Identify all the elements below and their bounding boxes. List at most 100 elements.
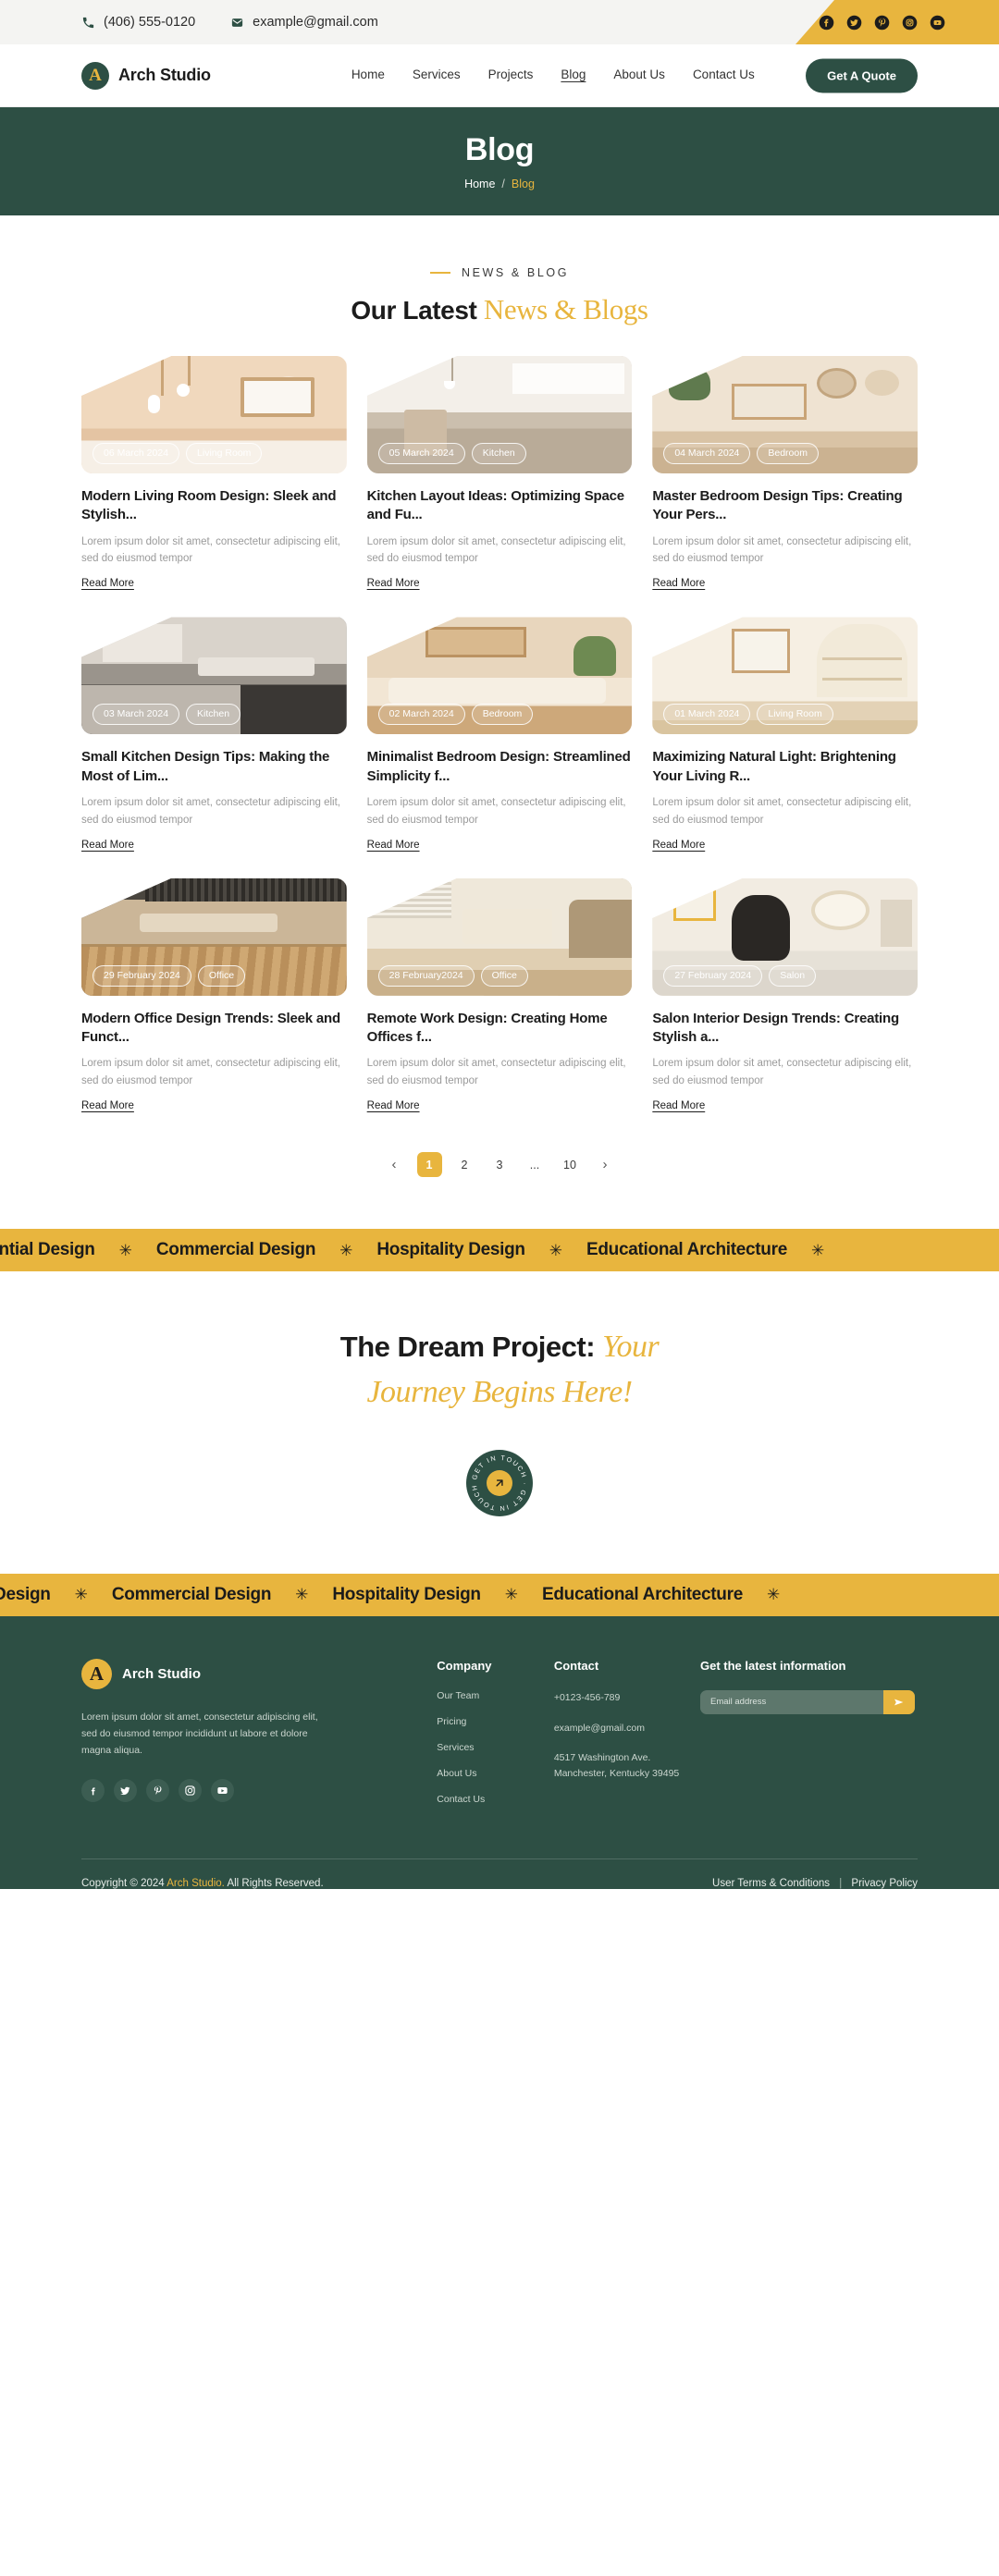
read-more-link[interactable]: Read More — [652, 840, 705, 851]
get-a-quote-button[interactable]: Get A Quote — [806, 58, 918, 92]
read-more-link[interactable]: Read More — [367, 840, 420, 851]
nav-item-about-us[interactable]: About Us — [613, 67, 665, 83]
card-date-badge: 04 March 2024 — [663, 442, 751, 464]
footer-brand-mark-icon: A — [81, 1658, 112, 1689]
card-image[interactable]: 27 February 2024 Salon — [652, 877, 918, 996]
marquee-item: Residential Design — [0, 1240, 95, 1260]
blog-card[interactable]: 28 February2024 Office Remote Work Desig… — [366, 877, 633, 1113]
card-image[interactable]: 04 March 2024 Bedroom — [652, 356, 918, 473]
newsletter-form — [700, 1689, 915, 1714]
top-bar-contacts: (406) 555-0120 example@gmail.com — [0, 15, 378, 30]
blog-card[interactable]: 27 February 2024 Salon Salon Interior De… — [652, 877, 918, 1113]
marquee-banner-bottom: Residential Design ✳ Commercial Design ✳… — [0, 1573, 999, 1616]
card-image[interactable]: 06 March 2024 Living Room — [81, 356, 347, 473]
read-more-link[interactable]: Read More — [81, 840, 134, 851]
card-date-badge: 05 March 2024 — [377, 442, 465, 464]
facebook-icon[interactable] — [81, 1778, 105, 1802]
blog-card[interactable]: 06 March 2024 Living Room Modern Living … — [81, 356, 347, 591]
footer-link-pricing[interactable]: Pricing — [437, 1716, 554, 1727]
card-image[interactable]: 05 March 2024 Kitchen — [366, 356, 633, 473]
blog-card[interactable]: 03 March 2024 Kitchen Small Kitchen Desi… — [81, 617, 347, 852]
footer-contact-phone[interactable]: +0123-456-789 — [554, 1690, 700, 1706]
newsletter-email-input[interactable] — [700, 1689, 883, 1714]
card-date-badge: 29 February 2024 — [92, 964, 191, 987]
blog-card[interactable]: 02 March 2024 Bedroom Minimalist Bedroom… — [366, 617, 633, 852]
read-more-link[interactable]: Read More — [367, 578, 420, 589]
card-image[interactable]: 03 March 2024 Kitchen — [81, 617, 347, 735]
pinterest-icon[interactable] — [146, 1778, 169, 1802]
card-image[interactable]: 29 February 2024 Office — [81, 877, 347, 996]
blog-card[interactable]: 29 February 2024 Office Modern Office De… — [81, 877, 347, 1113]
brand-logo[interactable]: A Arch Studio — [81, 61, 211, 90]
twitter-icon[interactable] — [846, 15, 862, 31]
pagination-page-1[interactable]: 1 — [416, 1152, 442, 1178]
site-footer: A Arch Studio Lorem ipsum dolor sit amet… — [0, 1615, 999, 1889]
footer-company-heading: Company — [437, 1658, 492, 1673]
youtube-icon[interactable] — [930, 15, 945, 31]
breadcrumb-home[interactable]: Home — [464, 178, 495, 190]
blog-card[interactable]: 01 March 2024 Living Room Maximizing Nat… — [652, 617, 918, 852]
footer-columns: A Arch Studio Lorem ipsum dolor sit amet… — [81, 1658, 918, 1820]
nav-item-projects[interactable]: Projects — [488, 67, 534, 83]
main-navbar: A Arch Studio Home Services Projects Blo… — [0, 44, 999, 107]
card-badges: 27 February 2024 Salon — [663, 964, 817, 987]
footer-link-about-us[interactable]: About Us — [437, 1768, 554, 1779]
card-excerpt: Lorem ipsum dolor sit amet, consectetur … — [652, 796, 912, 826]
chevron-right-icon[interactable]: › — [593, 1152, 618, 1177]
card-badges: 03 March 2024 Kitchen — [92, 704, 241, 726]
footer-link-contact-us[interactable]: Contact Us — [437, 1794, 554, 1805]
card-badges: 01 March 2024 Living Room — [663, 704, 833, 726]
nav-item-contact-us[interactable]: Contact Us — [693, 67, 755, 83]
facebook-icon[interactable] — [819, 15, 834, 31]
footer-link-our-team[interactable]: Our Team — [437, 1690, 554, 1701]
card-title: Master Bedroom Design Tips: Creating You… — [652, 488, 903, 523]
topbar-phone[interactable]: (406) 555-0120 — [81, 15, 195, 30]
card-category-badge: Salon — [769, 964, 817, 987]
get-in-touch-badge[interactable]: GET IN TOUCH · GET IN TOUCH · — [466, 1449, 533, 1516]
footer-social-list — [81, 1778, 365, 1802]
blog-card[interactable]: 05 March 2024 Kitchen Kitchen Layout Ide… — [366, 356, 633, 591]
pagination-page-3[interactable]: 3 — [487, 1152, 512, 1177]
nav-item-services[interactable]: Services — [413, 67, 461, 83]
youtube-icon[interactable] — [211, 1778, 234, 1802]
read-more-link[interactable]: Read More — [652, 578, 705, 589]
footer-link-services[interactable]: Services — [437, 1742, 554, 1753]
read-more-link[interactable]: Read More — [367, 1100, 420, 1111]
instagram-icon[interactable] — [902, 15, 918, 31]
read-more-link[interactable]: Read More — [81, 578, 134, 589]
card-excerpt: Lorem ipsum dolor sit amet, consectetur … — [366, 796, 626, 826]
card-image[interactable]: 01 March 2024 Living Room — [652, 617, 918, 735]
footer-link-terms[interactable]: User Terms & Conditions — [712, 1878, 830, 1889]
card-title: Small Kitchen Design Tips: Making the Mo… — [81, 749, 330, 784]
chevron-left-icon[interactable]: ‹ — [382, 1152, 407, 1177]
nav-links: Home Services Projects Blog About Us Con… — [352, 67, 755, 83]
newsletter-submit-button[interactable] — [883, 1689, 915, 1714]
marquee-track: Residential Design ✳ Commercial Design ✳… — [0, 1240, 824, 1260]
card-title: Maximizing Natural Light: Brightening Yo… — [652, 749, 896, 784]
topbar-email[interactable]: example@gmail.com — [230, 15, 378, 30]
pinterest-icon[interactable] — [874, 15, 890, 31]
card-image[interactable]: 28 February2024 Office — [366, 877, 633, 996]
nav-item-blog[interactable]: Blog — [561, 67, 586, 83]
footer-brand[interactable]: A Arch Studio — [81, 1658, 365, 1689]
card-date-badge: 01 March 2024 — [663, 704, 751, 726]
read-more-link[interactable]: Read More — [81, 1100, 134, 1111]
footer-contact-email[interactable]: example@gmail.com — [554, 1721, 700, 1736]
card-excerpt: Lorem ipsum dolor sit amet, consectetur … — [366, 535, 626, 565]
asterisk-icon: ✳ — [118, 1241, 132, 1259]
section-title-accent: News & Blogs — [483, 293, 648, 325]
instagram-icon[interactable] — [179, 1778, 202, 1802]
footer-contact-heading: Contact — [553, 1658, 599, 1673]
page-hero: Blog Home / Blog — [0, 107, 999, 215]
asterisk-icon: ✳ — [295, 1586, 309, 1604]
asterisk-icon: ✳ — [766, 1586, 781, 1604]
footer-link-privacy[interactable]: Privacy Policy — [851, 1878, 918, 1889]
get-in-touch-wrap: GET IN TOUCH · GET IN TOUCH · — [0, 1449, 999, 1516]
pagination-page-2[interactable]: 2 — [452, 1152, 477, 1177]
card-image[interactable]: 02 March 2024 Bedroom — [366, 617, 633, 735]
blog-card[interactable]: 04 March 2024 Bedroom Master Bedroom Des… — [652, 356, 918, 591]
pagination-page-10[interactable]: 10 — [558, 1152, 583, 1177]
nav-item-home[interactable]: Home — [352, 67, 385, 83]
twitter-icon[interactable] — [114, 1778, 137, 1802]
read-more-link[interactable]: Read More — [652, 1100, 705, 1111]
